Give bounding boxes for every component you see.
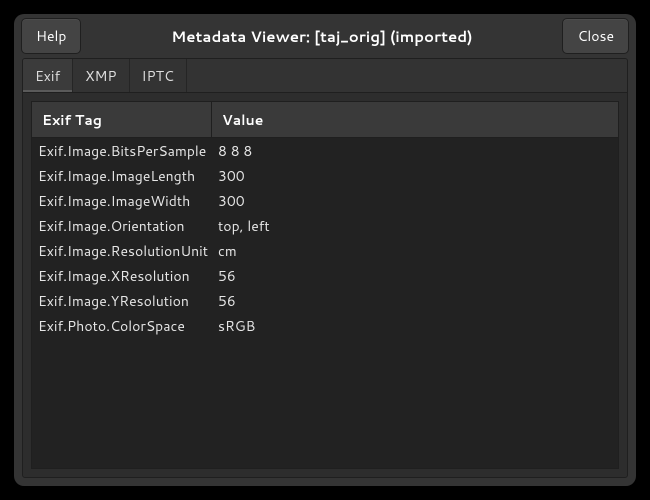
table-row[interactable]: Exif.Image.ImageWidth300: [32, 188, 618, 213]
table-row[interactable]: Exif.Image.XResolution56: [32, 263, 618, 288]
cell-exif-tag: Exif.Image.ImageLength: [32, 166, 212, 186]
cell-value: 56: [212, 266, 618, 286]
close-button[interactable]: Close: [562, 18, 629, 54]
column-header-value[interactable]: Value: [212, 102, 618, 137]
cell-value: top, left: [212, 216, 618, 236]
tab-body-exif: Exif Tag Value Exif.Image.BitsPerSample8…: [23, 93, 627, 477]
tab-strip: Exif XMP IPTC: [23, 59, 627, 93]
tab-xmp[interactable]: XMP: [73, 59, 129, 92]
tab-iptc[interactable]: IPTC: [130, 59, 187, 92]
cell-value: cm: [212, 241, 618, 261]
cell-exif-tag: Exif.Image.BitsPerSample: [32, 141, 212, 161]
table-row[interactable]: Exif.Image.ResolutionUnitcm: [32, 238, 618, 263]
table-row[interactable]: Exif.Image.Orientationtop, left: [32, 213, 618, 238]
cell-exif-tag: Exif.Image.XResolution: [32, 266, 212, 286]
cell-exif-tag: Exif.Image.YResolution: [32, 291, 212, 311]
titlebar: Help Metadata Viewer: [taj_orig] (import…: [14, 14, 636, 58]
table-row[interactable]: Exif.Photo.ColorSpacesRGB: [32, 313, 618, 338]
table-row[interactable]: Exif.Image.BitsPerSample8 8 8: [32, 138, 618, 163]
cell-value: 8 8 8: [212, 141, 618, 161]
tab-exif[interactable]: Exif: [23, 59, 73, 92]
content-area: Exif XMP IPTC Exif Tag Value Exif.Image.…: [14, 58, 636, 486]
cell-exif-tag: Exif.Image.Orientation: [32, 216, 212, 236]
window-title: Metadata Viewer: [taj_orig] (imported): [89, 26, 554, 47]
table-body[interactable]: Exif.Image.BitsPerSample8 8 8Exif.Image.…: [32, 138, 618, 468]
tabs-frame: Exif XMP IPTC Exif Tag Value Exif.Image.…: [22, 58, 628, 478]
help-button[interactable]: Help: [21, 18, 81, 54]
cell-value: 56: [212, 291, 618, 311]
exif-table: Exif Tag Value Exif.Image.BitsPerSample8…: [31, 101, 619, 469]
cell-exif-tag: Exif.Photo.ColorSpace: [32, 316, 212, 336]
cell-value: sRGB: [212, 316, 618, 336]
column-header-exif-tag[interactable]: Exif Tag: [32, 102, 212, 137]
table-header: Exif Tag Value: [32, 102, 618, 138]
cell-exif-tag: Exif.Image.ImageWidth: [32, 191, 212, 211]
table-row[interactable]: Exif.Image.YResolution56: [32, 288, 618, 313]
table-row[interactable]: Exif.Image.ImageLength300: [32, 163, 618, 188]
cell-value: 300: [212, 166, 618, 186]
cell-value: 300: [212, 191, 618, 211]
cell-exif-tag: Exif.Image.ResolutionUnit: [32, 241, 212, 261]
metadata-viewer-window: Help Metadata Viewer: [taj_orig] (import…: [14, 14, 636, 486]
